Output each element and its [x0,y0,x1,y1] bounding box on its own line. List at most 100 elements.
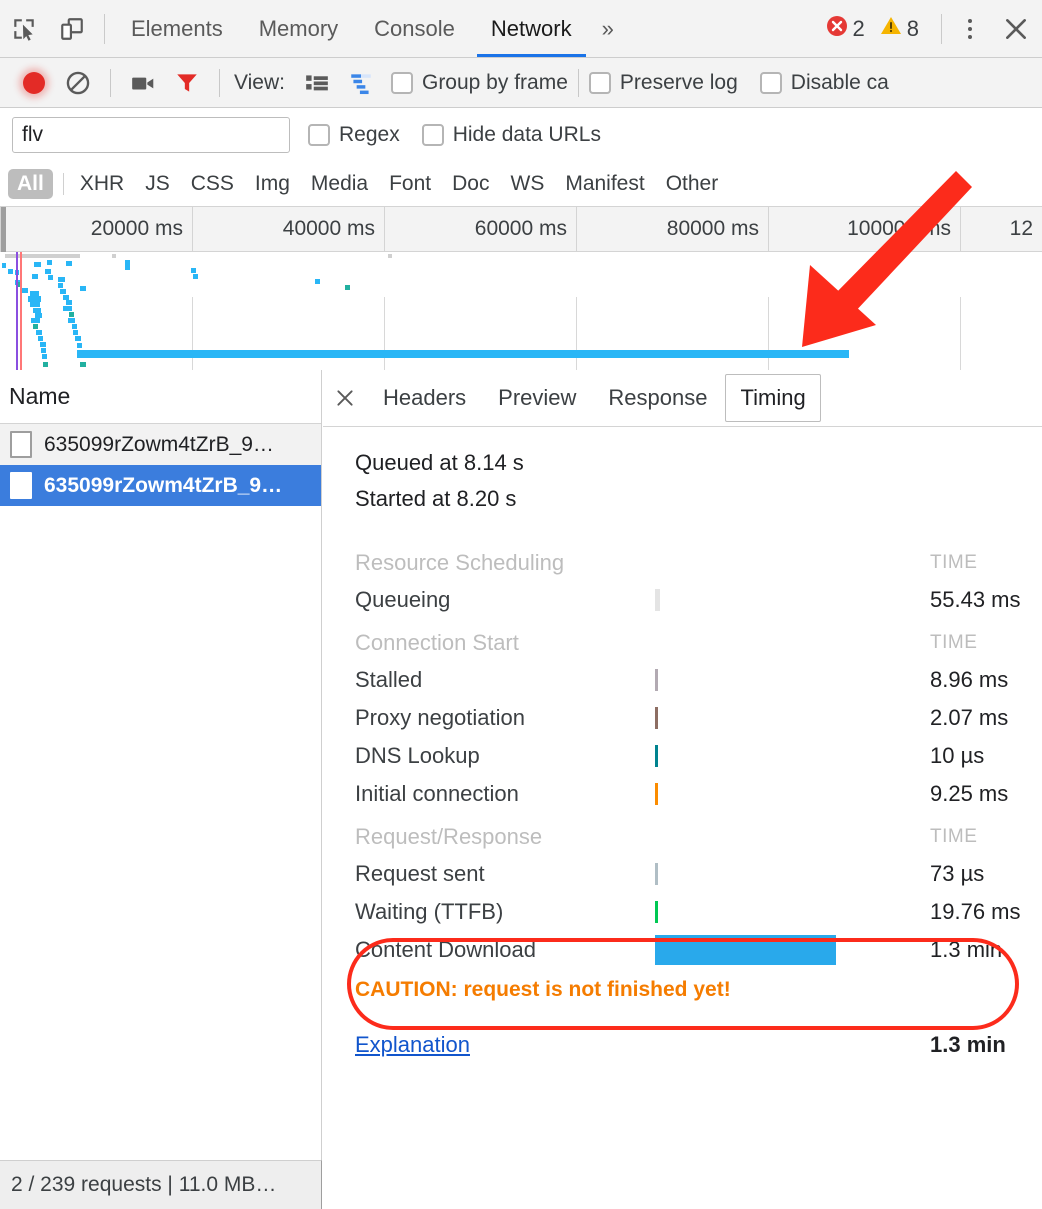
list-view-icon[interactable] [295,61,339,105]
toolbar-divider-3 [219,68,220,97]
timing-label: Content Download [355,937,537,962]
timing-bar-cell [655,661,930,699]
table-row[interactable]: 635099rZowm4tZrB_9… [0,424,321,465]
timing-value: 10 µs [930,743,985,768]
tab-network[interactable]: Network [473,1,590,57]
ruler-tick-4: 80000 ms [576,207,768,252]
tab-network-label: Network [490,15,572,41]
camera-icon[interactable] [121,61,165,105]
hide-data-urls-checkbox[interactable]: Hide data URLs [421,123,601,147]
tab-timing[interactable]: Timing [725,374,821,422]
timing-group-header: Resource Scheduling TIME [355,539,1032,581]
status-bar-filler [323,1160,1042,1209]
disable-cache-checkbox[interactable]: Disable ca [759,70,889,95]
type-divider [62,173,64,195]
tab-elements[interactable]: Elements [113,1,241,57]
timing-bar [655,669,658,691]
ruler-tick-label-1: 20000 ms [90,217,183,240]
type-filter-js[interactable]: JS [136,169,179,199]
tab-headers-label: Headers [383,385,467,410]
type-filter-ws[interactable]: WS [502,169,554,199]
type-filter-media[interactable]: Media [302,169,377,199]
request-detail-pane: Headers Preview Response Timing Queued a… [323,370,1042,1160]
timing-label: Proxy negotiation [355,705,525,730]
disable-cache-label: Disable ca [790,70,889,94]
request-list-panel: Name 635099rZowm4tZrB_9… 635099rZowm4tZr… [0,370,322,1160]
type-filter-doc[interactable]: Doc [443,169,498,199]
timing-label: Initial connection [355,781,519,806]
network-overview[interactable]: 20000 ms 40000 ms 60000 ms 80000 ms 1000… [0,207,1042,370]
caution-message: CAUTION: request is not finished yet! [355,978,731,1001]
explanation-link[interactable]: Explanation [355,1032,470,1057]
tab-preview[interactable]: Preview [484,374,590,422]
type-filter-font[interactable]: Font [380,169,440,199]
inspect-cursor-icon[interactable] [0,1,48,57]
timing-label: Queueing [355,587,451,612]
timing-bar-cell [655,775,930,813]
timing-bar-cell [655,931,930,969]
issue-counters[interactable]: 2 8 [825,14,934,43]
filter-input[interactable] [12,117,290,153]
type-filter-css[interactable]: CSS [182,169,243,199]
timing-bar [655,707,658,729]
ruler-tick-5: 100000 ms [768,207,960,252]
timing-bar-cell [655,699,930,737]
load-event-marker [20,252,22,370]
type-filter-all[interactable]: All [8,169,53,199]
ruler-tick-label-5: 100000 ms [847,217,951,240]
ruler-tick-3: 60000 ms [384,207,576,252]
type-filter-img[interactable]: Img [246,169,299,199]
filter-funnel-icon[interactable] [165,61,209,105]
disable-cache-box[interactable] [759,71,782,94]
caution-row: CAUTION: request is not finished yet! [355,969,1032,1011]
more-tabs-icon[interactable]: » [590,16,626,42]
hide-data-urls-box[interactable] [421,124,444,146]
status-bar: 2 / 239 requests | 11.0 MB… [0,1160,322,1209]
close-detail-icon[interactable] [323,370,367,426]
ruler-tick-label-2: 40000 ms [282,217,375,240]
error-count: 2 [852,15,865,41]
type-filter-other[interactable]: Other [657,169,728,199]
toolbar-divider-2 [110,68,111,97]
warning-icon [879,14,903,43]
preserve-log-checkbox[interactable]: Preserve log [588,71,738,95]
group-by-frame-box[interactable] [390,71,413,94]
timing-value: 8.96 ms [930,667,1009,692]
timing-value: 19.76 ms [930,899,1021,924]
file-icon [10,472,32,499]
tab-response[interactable]: Response [594,374,721,422]
ruler-tick-label-3: 60000 ms [474,217,567,240]
overview-waterfall[interactable] [0,252,1042,370]
explanation-cell: Explanation [355,1011,655,1063]
tab-headers[interactable]: Headers [369,374,480,422]
timing-label: Request sent [355,861,485,886]
clear-icon[interactable] [56,61,100,105]
waterfall-view-icon[interactable] [339,61,383,105]
timing-value: 9.25 ms [930,781,1009,806]
queued-at-text: Queued at 8.14 s [355,450,524,475]
file-icon [10,431,32,458]
regex-checkbox[interactable]: Regex [308,123,400,147]
table-row[interactable]: 635099rZowm4tZrB_9… [0,465,321,506]
record-button[interactable] [12,61,56,105]
timing-value: 1.3 min [930,937,1003,962]
more-options-icon[interactable] [950,1,990,57]
group-by-frame-checkbox[interactable]: Group by frame [390,71,568,95]
timing-bar [655,589,660,611]
type-filter-manifest[interactable]: Manifest [556,169,653,199]
timing-bar [655,901,658,923]
ruler-tick-1: 20000 ms [0,207,192,252]
close-icon[interactable] [990,1,1042,57]
timing-bar [655,745,658,767]
device-toggle-icon[interactable] [48,1,96,57]
timing-group-header: Request/Response TIME [355,813,1032,855]
tab-console[interactable]: Console [356,1,473,57]
request-list-header[interactable]: Name [0,370,321,424]
error-icon [825,14,849,43]
filter-row: Regex Hide data URLs [0,108,1042,162]
preserve-log-box[interactable] [588,71,611,94]
tab-memory[interactable]: Memory [241,1,356,57]
regex-box[interactable] [308,124,330,146]
type-filter-xhr[interactable]: XHR [71,169,133,199]
dom-content-loaded-marker [16,252,18,370]
